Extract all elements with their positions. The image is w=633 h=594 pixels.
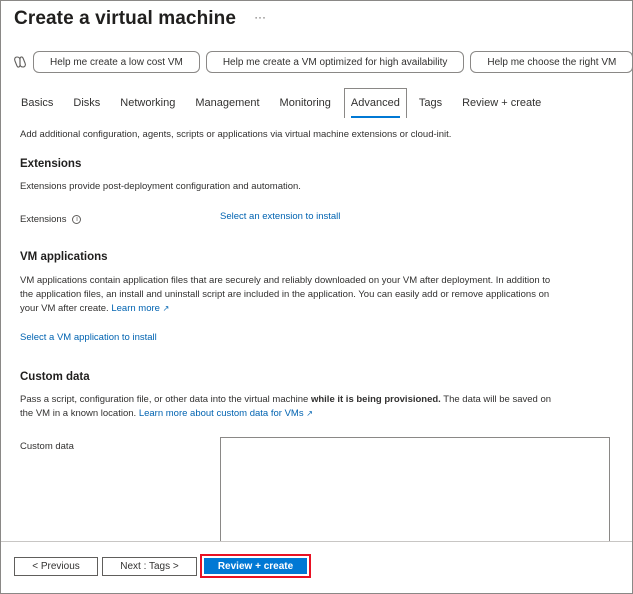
- info-icon[interactable]: i: [72, 215, 82, 224]
- extensions-label: Extensions: [20, 214, 67, 225]
- custom-data-heading: Custom data: [20, 371, 90, 383]
- tab-advanced[interactable]: Advanced: [343, 88, 407, 118]
- copilot-prompt-choose-vm[interactable]: Help me choose the right VM: [470, 51, 632, 73]
- custom-data-line-1: Pass a script, configuration file, or ot…: [20, 393, 551, 407]
- extensions-heading: Extensions: [20, 158, 82, 170]
- vm-applications-learn-more-link[interactable]: Learn more: [111, 303, 160, 314]
- custom-data-line-2-text: the VM in a known location.: [20, 408, 137, 419]
- custom-data-label: Custom data: [20, 441, 74, 452]
- tab-bar: Basics Disks Networking Management Monit…: [21, 88, 561, 118]
- extensions-label-row: Extensions i: [20, 213, 82, 227]
- create-vm-window: Create a virtual machine ··· Help me cre…: [0, 0, 633, 594]
- custom-data-line-1-bold: while it is being provisioned.: [310, 394, 441, 405]
- copilot-prompt-high-availability[interactable]: Help me create a VM optimized for high a…: [205, 51, 465, 73]
- more-options-icon[interactable]: ···: [254, 10, 266, 24]
- custom-data-line-1-start: Pass a script, configuration file, or ot…: [20, 394, 311, 405]
- title-row: Create a virtual machine ···: [14, 8, 266, 30]
- review-create-button[interactable]: Review + create: [204, 558, 307, 574]
- custom-data-learn-more-link[interactable]: Learn more about custom data for VMs: [139, 408, 304, 419]
- copilot-prompt-row: Help me create a low cost VM Help me cre…: [13, 51, 632, 73]
- copilot-icon: [14, 56, 26, 68]
- previous-button[interactable]: < Previous: [14, 557, 98, 576]
- vm-applications-line-3-text: your VM after create.: [20, 303, 109, 314]
- copilot-prompt-low-cost[interactable]: Help me create a low cost VM: [33, 51, 200, 73]
- custom-data-line-2: the VM in a known location. Learn more a…: [20, 407, 313, 421]
- tab-review-create[interactable]: Review + create: [462, 88, 541, 118]
- extensions-description: Extensions provide post-deployment confi…: [20, 181, 301, 192]
- external-link-icon: ↗: [306, 409, 313, 418]
- vm-applications-line-1: VM applications contain application file…: [20, 275, 551, 286]
- advanced-intro: Add additional configuration, agents, sc…: [20, 129, 452, 140]
- vm-applications-heading: VM applications: [20, 251, 108, 263]
- select-vm-application-link[interactable]: Select a VM application to install: [20, 332, 157, 343]
- tab-monitoring[interactable]: Monitoring: [280, 88, 331, 118]
- tab-networking[interactable]: Networking: [120, 88, 175, 118]
- vm-applications-line-2: the application files, an install and un…: [20, 289, 550, 300]
- tab-disks[interactable]: Disks: [73, 88, 100, 118]
- review-create-highlight: Review + create: [200, 554, 311, 578]
- vm-applications-line-3: your VM after create. Learn more ↗: [20, 302, 169, 316]
- select-extension-link[interactable]: Select an extension to install: [220, 211, 340, 222]
- tab-management[interactable]: Management: [195, 88, 259, 118]
- page-title: Create a virtual machine: [14, 8, 237, 29]
- custom-data-line-1-end: The data will be saved on: [440, 394, 552, 405]
- tab-tags[interactable]: Tags: [419, 88, 442, 118]
- custom-data-textarea[interactable]: [220, 437, 610, 547]
- tab-basics[interactable]: Basics: [21, 88, 53, 118]
- next-tags-button[interactable]: Next : Tags >: [102, 557, 197, 576]
- external-link-icon: ↗: [162, 304, 170, 313]
- footer-bar: < Previous Next : Tags > Review + create: [1, 541, 632, 593]
